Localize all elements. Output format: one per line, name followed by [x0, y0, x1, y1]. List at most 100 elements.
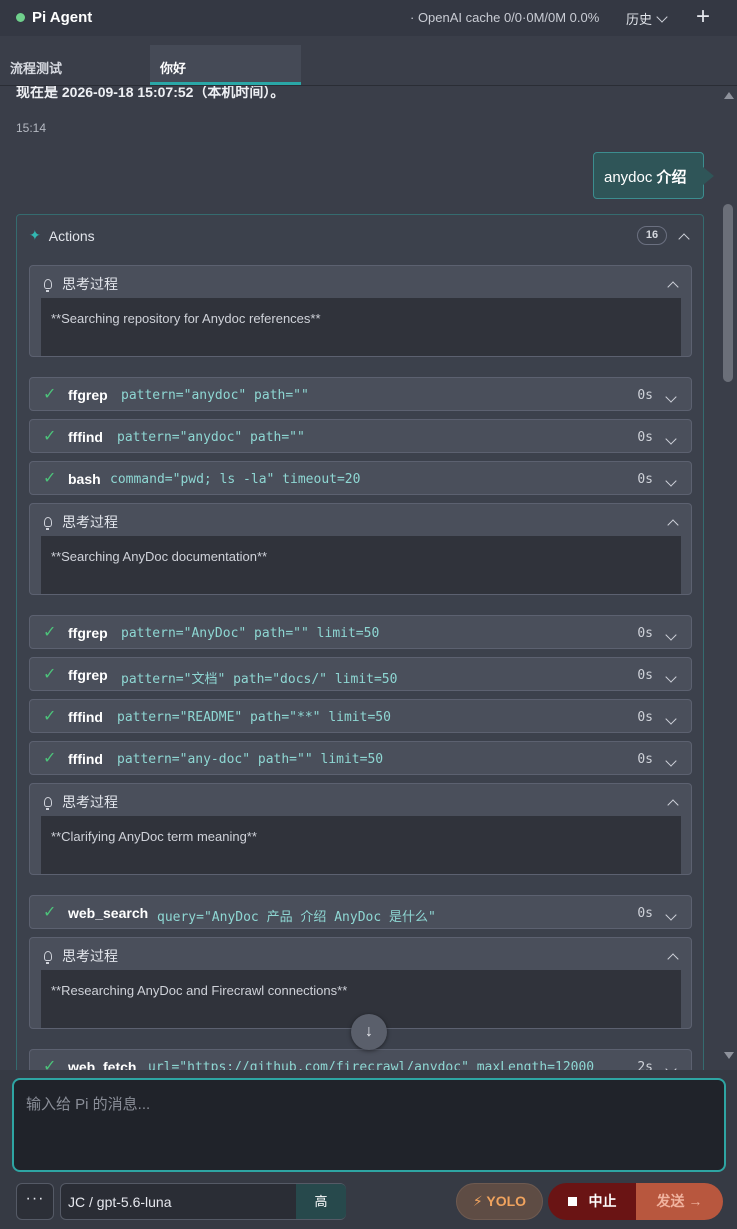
- composer-area: ··· JC / gpt-5.6-luna 高 ⚡ YOLO 中止 发送 →: [0, 1070, 737, 1229]
- thinking-block: 思考过程 **Clarifying AnyDoc term meaning**: [29, 783, 692, 875]
- tool-args: pattern="anydoc" path="": [121, 388, 309, 403]
- tool-args: pattern="文档" path="docs/" limit=50: [121, 672, 398, 687]
- thinking-label: 思考过程: [62, 514, 118, 530]
- history-button[interactable]: 历史: [626, 9, 668, 28]
- tab-flow-test[interactable]: 流程测试: [0, 45, 150, 85]
- tool-args: pattern="AnyDoc" path="" limit=50: [121, 626, 380, 641]
- model-name[interactable]: JC / gpt-5.6-luna: [68, 1194, 172, 1210]
- actions-collapse-button[interactable]: [678, 230, 690, 248]
- model-selector[interactable]: JC / gpt-5.6-luna 高: [60, 1183, 346, 1220]
- stop-icon: [567, 1197, 577, 1206]
- tool-name: bash: [68, 471, 101, 487]
- thinking-header[interactable]: 思考过程: [44, 512, 118, 532]
- chevron-down-icon: [665, 1063, 677, 1070]
- tool-args: query="AnyDoc 产品 介绍 AnyDoc 是什么": [157, 910, 436, 925]
- chevron-down-icon: [665, 671, 677, 683]
- tool-call-row[interactable]: ✓ web_search query="AnyDoc 产品 介绍 AnyDoc …: [29, 895, 692, 929]
- chevron-down-icon: [665, 713, 677, 725]
- tool-name: web_search: [68, 905, 149, 921]
- tool-duration: 0s: [637, 668, 653, 683]
- scroll-down-arrow-icon[interactable]: [724, 1052, 734, 1059]
- send-button[interactable]: 发送 →: [636, 1183, 723, 1220]
- tool-duration: 0s: [637, 906, 653, 921]
- tool-duration: 0s: [637, 752, 653, 767]
- thinking-block: 思考过程 **Searching AnyDoc documentation**: [29, 503, 692, 595]
- tool-name: ffgrep: [68, 667, 108, 683]
- actions-header[interactable]: ✦ Actions: [29, 227, 95, 244]
- chevron-up-icon: [667, 281, 679, 293]
- thinking-collapse-button[interactable]: [667, 516, 679, 534]
- chat-scroll-area[interactable]: 现在是 2026-09-18 15:07:52（本机时间）。 15:14 any…: [0, 86, 720, 1070]
- message-input[interactable]: [26, 1096, 706, 1113]
- thinking-header[interactable]: 思考过程: [44, 792, 118, 812]
- check-icon: ✓: [43, 1058, 57, 1070]
- user-message-bubble: anydoc 介绍: [593, 152, 714, 199]
- tool-call-row[interactable]: ✓ ffgrep pattern="文档" path="docs/" limit…: [29, 657, 692, 691]
- tool-call-row[interactable]: ✓ web_fetch url="https://github.com/fire…: [29, 1049, 692, 1070]
- scrollbar-thumb[interactable]: [723, 204, 733, 382]
- tool-name: ffgrep: [68, 625, 108, 641]
- scroll-to-bottom-button[interactable]: ↓: [351, 1014, 387, 1050]
- expand-button[interactable]: [665, 472, 677, 490]
- tool-call-row[interactable]: ✓ fffind pattern="README" path="**" limi…: [29, 699, 692, 733]
- check-icon: ✓: [43, 386, 57, 403]
- tool-args: pattern="anydoc" path="": [117, 430, 305, 445]
- thinking-header[interactable]: 思考过程: [44, 946, 118, 966]
- assistant-message-text: 现在是 2026-09-18 15:07:52（本机时间）。: [16, 86, 285, 100]
- reasoning-effort-button[interactable]: 高: [296, 1184, 346, 1219]
- cache-info: · OpenAI cache 0/0·0M/0M 0.0%: [410, 10, 600, 25]
- tool-call-row[interactable]: ✓ fffind pattern="any-doc" path="" limit…: [29, 741, 692, 775]
- tool-call-row[interactable]: ✓ bash command="pwd; ls -la" timeout=20 …: [29, 461, 692, 495]
- user-message-text: anydoc: [604, 169, 657, 186]
- expand-button[interactable]: [665, 1060, 677, 1070]
- lightning-icon: ⚡: [472, 1193, 483, 1209]
- tool-call-row[interactable]: ✓ ffgrep pattern="AnyDoc" path="" limit=…: [29, 615, 692, 649]
- message-composer[interactable]: [12, 1078, 726, 1172]
- sparkle-icon: ✦: [29, 227, 41, 243]
- history-label: 历史: [626, 12, 653, 27]
- thinking-header[interactable]: 思考过程: [44, 274, 118, 294]
- expand-button[interactable]: [665, 752, 677, 770]
- check-icon: ✓: [43, 708, 57, 725]
- yolo-toggle[interactable]: ⚡ YOLO: [456, 1183, 543, 1220]
- chevron-up-icon: [667, 519, 679, 531]
- session-tabs: 流程测试 你好: [0, 45, 737, 86]
- chevron-down-icon: [656, 10, 668, 23]
- expand-button[interactable]: [665, 430, 677, 448]
- tool-name: fffind: [68, 429, 103, 445]
- check-icon: ✓: [43, 750, 57, 767]
- chevron-down-icon: [665, 433, 677, 445]
- tool-duration: 0s: [637, 626, 653, 641]
- thinking-collapse-button[interactable]: [667, 950, 679, 968]
- tool-call-row[interactable]: ✓ ffgrep pattern="anydoc" path="" 0s: [29, 377, 692, 411]
- lightbulb-icon: [44, 279, 52, 292]
- lightbulb-icon: [44, 797, 52, 810]
- lightbulb-icon: [44, 517, 52, 530]
- chevron-up-icon: [667, 799, 679, 811]
- expand-button[interactable]: [665, 668, 677, 686]
- expand-button[interactable]: [665, 710, 677, 728]
- status-dot-icon: [16, 13, 25, 22]
- arrow-down-icon: ↓: [365, 1023, 373, 1040]
- thinking-label: 思考过程: [62, 276, 118, 292]
- check-icon: ✓: [43, 624, 57, 641]
- more-options-button[interactable]: ···: [16, 1183, 54, 1220]
- thinking-collapse-button[interactable]: [667, 796, 679, 814]
- stop-button[interactable]: 中止: [548, 1183, 636, 1220]
- expand-button[interactable]: [665, 388, 677, 406]
- thinking-collapse-button[interactable]: [667, 278, 679, 296]
- chat-scrollbar[interactable]: [720, 86, 737, 1070]
- tool-call-row[interactable]: ✓ fffind pattern="anydoc" path="" 0s: [29, 419, 692, 453]
- thinking-label: 思考过程: [62, 948, 118, 964]
- check-icon: ✓: [43, 904, 57, 921]
- actions-panel: ✦ Actions 16 思考过程 **Searching repository…: [16, 214, 704, 1070]
- tab-hello[interactable]: 你好: [150, 45, 301, 85]
- expand-button[interactable]: [665, 906, 677, 924]
- chevron-up-icon: [667, 953, 679, 965]
- scroll-up-arrow-icon[interactable]: [724, 92, 734, 99]
- chevron-down-icon: [665, 629, 677, 641]
- tool-name: fffind: [68, 709, 103, 725]
- expand-button[interactable]: [665, 626, 677, 644]
- new-session-button[interactable]: +: [696, 4, 710, 30]
- tool-args: url="https://github.com/firecrawl/anydoc…: [148, 1060, 595, 1070]
